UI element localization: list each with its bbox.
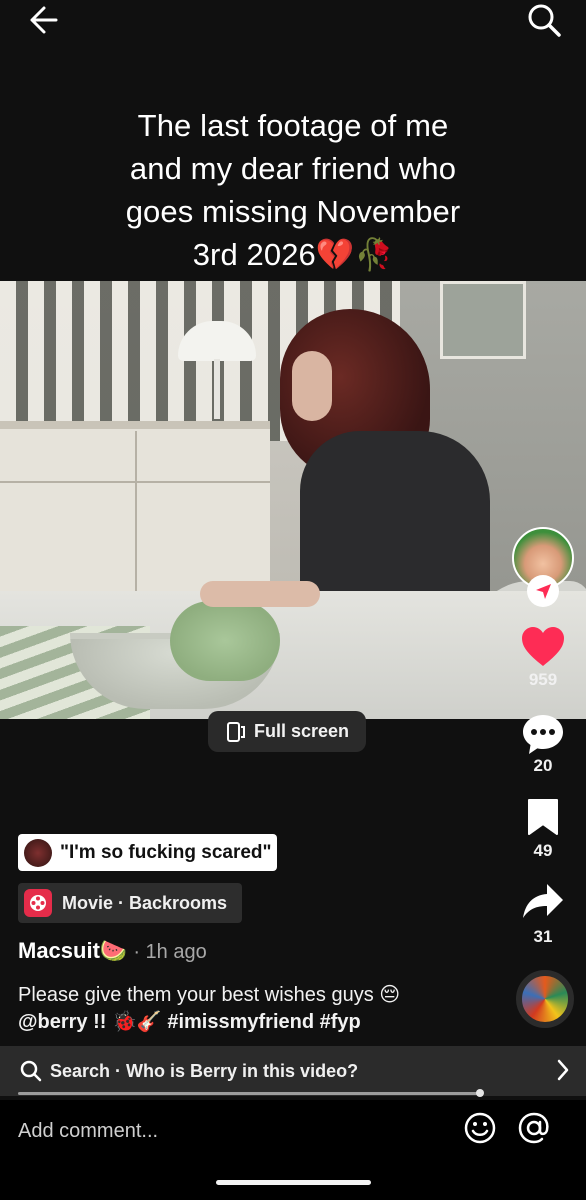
- emoji-icon: [464, 1112, 496, 1144]
- music-disc-icon[interactable]: [516, 970, 574, 1028]
- cabinet-divider: [135, 431, 137, 591]
- sound-chip[interactable]: "I'm so fucking scared": [18, 834, 277, 871]
- caption-line: The last footage of me: [137, 108, 449, 143]
- mention-link[interactable]: @berry !! 🐞🎸: [18, 1011, 162, 1033]
- share-icon: [523, 884, 563, 918]
- film-reel-icon: [24, 889, 52, 917]
- movie-chip[interactable]: Movie · Backrooms: [18, 883, 242, 923]
- comment-icon: [523, 715, 563, 754]
- back-arrow-icon: [30, 6, 58, 34]
- save-button[interactable]: [513, 798, 573, 841]
- comment-input[interactable]: Add comment...: [18, 1120, 158, 1143]
- description-text: Please give them your best wishes guys 😔: [18, 984, 401, 1006]
- save-count: 49: [533, 841, 553, 860]
- description-tags: @berry !! 🐞🎸 #imissmyfriend #fyp: [18, 1009, 508, 1036]
- search-suggestion-label: Search · Who is Berry in this video?: [50, 1060, 359, 1081]
- like-button[interactable]: [513, 626, 573, 673]
- video-player[interactable]: [0, 281, 586, 719]
- progress-handle[interactable]: [476, 1089, 484, 1097]
- hashtag-link[interactable]: #fyp: [320, 1011, 361, 1033]
- wall-picture: [440, 281, 526, 359]
- hashtag-link[interactable]: #imissmyfriend: [167, 1011, 314, 1033]
- fullscreen-button[interactable]: Full screen: [208, 711, 366, 752]
- share-count: 31: [533, 927, 553, 946]
- video-caption: The last footage of me and my dear frien…: [60, 104, 526, 276]
- search-button[interactable]: [526, 2, 566, 38]
- author-name[interactable]: Macsuit🍉: [18, 938, 127, 964]
- top-bar: [0, 0, 586, 60]
- sound-thumbnail: [24, 838, 52, 867]
- comment-count: 20: [533, 756, 553, 775]
- follow-plus-icon: [536, 584, 551, 599]
- comment-button[interactable]: [513, 712, 573, 761]
- at-icon: [518, 1112, 549, 1144]
- fullscreen-label: Full screen: [254, 721, 350, 741]
- person-arm: [200, 581, 320, 607]
- share-button[interactable]: [513, 882, 573, 927]
- caption-line: goes missing November: [125, 194, 461, 229]
- like-count: 959: [528, 670, 558, 689]
- home-indicator: [216, 1180, 371, 1185]
- author-row: Macsuit🍉 · 1h ago: [18, 938, 207, 968]
- bookmark-icon: [528, 799, 558, 835]
- movie-label: Movie · Backrooms: [62, 892, 228, 913]
- mention-button[interactable]: [516, 1110, 552, 1146]
- follow-button[interactable]: [527, 575, 559, 607]
- greens: [170, 601, 280, 681]
- post-description: Please give them your best wishes guys 😔…: [18, 982, 508, 1036]
- caption-line: 3rd 2026💔🥀: [192, 237, 394, 272]
- chevron-right-icon: [557, 1059, 569, 1081]
- emoji-button[interactable]: [462, 1110, 498, 1146]
- heart-icon: [522, 627, 564, 666]
- fullscreen-icon: [227, 721, 245, 742]
- post-time: · 1h ago: [133, 941, 207, 963]
- person-face: [292, 351, 332, 421]
- back-button[interactable]: [24, 4, 64, 36]
- lamp-stem: [214, 359, 220, 419]
- video-progress-bar[interactable]: [18, 1092, 480, 1095]
- search-icon: [20, 1060, 42, 1082]
- caption-line: and my dear friend who: [129, 151, 457, 186]
- sound-label: "I'm so fucking scared": [60, 841, 272, 863]
- search-icon: [528, 4, 561, 37]
- related-search-bar[interactable]: Search · Who is Berry in this video?: [0, 1046, 586, 1096]
- comment-bar: [0, 1100, 586, 1200]
